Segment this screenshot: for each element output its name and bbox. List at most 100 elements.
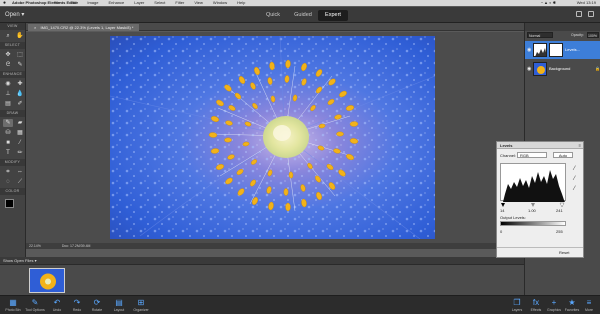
input-levels-slider[interactable]	[500, 202, 566, 208]
gray-point-eyedropper-icon[interactable]: ⁄	[570, 176, 579, 183]
open-label: Open	[5, 12, 20, 18]
layer-row-background[interactable]: ◉ Background 🔒	[525, 60, 600, 78]
reset-button[interactable]: Reset	[559, 250, 569, 255]
gradient-tool-icon[interactable]: ▦	[15, 129, 25, 137]
eraser-tool-icon[interactable]: ▰	[15, 119, 25, 127]
brush-tool-icon[interactable]: ✎	[3, 119, 13, 127]
tab-guided[interactable]: Guided	[288, 10, 318, 21]
output-levels-slider[interactable]	[500, 221, 566, 226]
layer-mask-thumb[interactable]	[549, 43, 563, 57]
auto-button[interactable]: Auto	[553, 152, 573, 158]
paint-bucket-tool-icon[interactable]: ⛁	[3, 129, 13, 137]
quick-selection-tool-icon[interactable]: ✎	[15, 61, 25, 69]
organizer-label: Organizer	[133, 308, 149, 312]
white-point-eyedropper-icon[interactable]: ⁄	[570, 186, 579, 193]
flower-photo[interactable]	[110, 36, 435, 239]
photo-bin-button[interactable]: ▦ Photo Bin	[2, 298, 24, 313]
foreground-color-swatch[interactable]	[5, 199, 14, 208]
lasso-tool-icon[interactable]: ᘓ	[3, 61, 13, 69]
straighten-tool-icon[interactable]: ⟋	[15, 178, 25, 186]
menu-enhance[interactable]: Enhance	[108, 0, 124, 6]
document-tab[interactable]: × IMG_1470.CR2 @ 22.3% (Levels 1, Layer …	[28, 24, 140, 31]
layers-controls: Normal Opacity: 100%	[527, 32, 599, 39]
visibility-eye-icon[interactable]: ◉	[527, 66, 531, 72]
organizer-button[interactable]: ⊞ Organizer	[130, 298, 152, 313]
create-icon[interactable]	[576, 11, 582, 17]
output-white-value[interactable]: 255	[556, 229, 563, 234]
more-button[interactable]: ≡ More	[578, 298, 600, 313]
mode-tabs: Quick Guided Expert	[258, 10, 348, 21]
apple-icon[interactable]: ●	[3, 0, 6, 6]
opacity-field[interactable]: 100%	[587, 32, 599, 38]
layer-row-levels[interactable]: ◉ Levels...	[525, 41, 600, 59]
tab-expert[interactable]: Expert	[318, 10, 348, 21]
show-open-files-dropdown[interactable]: Show Open Files	[3, 258, 33, 263]
channel-select[interactable]: RGB	[517, 152, 547, 158]
rotate-button[interactable]: ⟳ Rotate	[86, 298, 108, 313]
more-icon: ≡	[586, 298, 592, 307]
sponge-tool-icon[interactable]: ▤	[3, 100, 13, 108]
section-select: SELECT	[0, 42, 25, 49]
menu-help[interactable]: Help	[237, 0, 245, 6]
input-black-value[interactable]: 14	[500, 208, 504, 213]
open-button[interactable]: Open ▾	[5, 10, 24, 20]
zoom-tool-icon[interactable]: ⌕	[3, 32, 13, 40]
menu-file[interactable]: File	[54, 0, 60, 6]
visibility-eye-icon[interactable]: ◉	[527, 47, 531, 53]
menu-list: File Edit Image Enhance Layer Select Fil…	[54, 0, 245, 6]
zoom-readout[interactable]: 22.14%	[29, 244, 41, 248]
eyedropper-tool-icon[interactable]: ⁄	[15, 139, 25, 147]
rotate-icon: ⟳	[93, 298, 101, 307]
layout-button[interactable]: ▤ Layout	[108, 298, 130, 313]
move-tool-icon[interactable]: ✥	[3, 51, 13, 59]
photo-bin	[0, 265, 524, 295]
content-aware-move-tool-icon[interactable]: ◌	[3, 178, 13, 186]
black-point-eyedropper-icon[interactable]: ⁄	[570, 166, 579, 173]
output-black-value[interactable]: 0	[500, 229, 502, 234]
color-swatches[interactable]	[3, 198, 23, 212]
pencil-tool-icon[interactable]: ✏	[15, 149, 25, 157]
recompose-tool-icon[interactable]: ⇔	[15, 168, 25, 176]
marquee-tool-icon[interactable]: ⬚	[15, 51, 25, 59]
input-gamma-value[interactable]: 1.00	[528, 208, 536, 213]
adjustment-layer-thumb	[533, 43, 547, 57]
bottom-task-bar: ▦ Photo Bin ✎ Tool Options ↶ Undo ↷ Redo…	[0, 295, 600, 314]
background-layer-thumb	[533, 62, 547, 76]
undo-button[interactable]: ↶ Undo	[46, 298, 68, 313]
tool-options-button[interactable]: ✎ Tool Options	[24, 298, 46, 313]
clone-stamp-tool-icon[interactable]: ⊥	[3, 90, 13, 98]
chevron-down-icon: ▾	[21, 12, 25, 18]
photo-bin-icon: ▦	[9, 298, 17, 307]
crop-tool-icon[interactable]: ⌗	[3, 168, 13, 176]
type-tool-icon[interactable]: T	[3, 149, 13, 157]
levels-title-bar[interactable]: Levels ≡	[497, 142, 583, 149]
canvas-area[interactable]	[26, 32, 524, 243]
redo-button[interactable]: ↷ Redo	[66, 298, 88, 313]
blend-mode-select[interactable]: Normal	[527, 32, 553, 38]
hand-tool-icon[interactable]: ✋	[15, 32, 25, 40]
menu-edit[interactable]: Edit	[70, 0, 77, 6]
blur-tool-icon[interactable]: 💧	[15, 90, 25, 98]
menu-window[interactable]: Window	[213, 0, 227, 6]
menu-filter[interactable]: Filter	[175, 0, 184, 6]
photo-bin-thumbnail[interactable]	[29, 268, 65, 293]
input-white-value[interactable]: 241	[556, 208, 563, 213]
input-level-values: 14 1.00 241	[500, 208, 566, 213]
share-icon[interactable]	[588, 11, 594, 17]
redo-icon: ↷	[73, 298, 81, 307]
layout-icon: ▤	[115, 298, 123, 307]
menu-select[interactable]: Select	[154, 0, 165, 6]
menu-view[interactable]: View	[194, 0, 203, 6]
shape-tool-icon[interactable]: ■	[3, 139, 13, 147]
panel-menu-icon[interactable]: ≡	[579, 142, 581, 149]
spot-healing-tool-icon[interactable]: ✚	[15, 80, 25, 88]
tool-options-label: Tool Options	[25, 308, 45, 312]
app-top-bar: Open ▾ Quick Guided Expert	[0, 7, 600, 23]
menu-layer[interactable]: Layer	[134, 0, 144, 6]
smart-brush-tool-icon[interactable]: ✐	[15, 100, 25, 108]
section-view: VIEW	[0, 23, 25, 30]
tab-quick[interactable]: Quick	[258, 10, 288, 21]
close-tab-icon[interactable]: ×	[34, 25, 36, 30]
red-eye-tool-icon[interactable]: ◉	[3, 80, 13, 88]
menu-image[interactable]: Image	[87, 0, 98, 6]
